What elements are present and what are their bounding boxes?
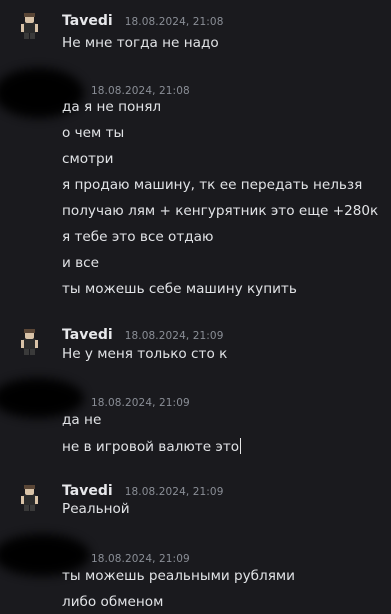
avatar[interactable] (18, 484, 40, 512)
message-header: 18.08.2024, 21:09 (84, 547, 190, 566)
message-text: Реальной (62, 501, 130, 517)
message-group: Tavedi 18.08.2024, 21:09 Не у меня тольк… (0, 318, 391, 376)
timestamp: 18.08.2024, 21:08 (91, 85, 190, 97)
message-text: Не мне тогда не надо (62, 35, 219, 51)
timestamp: 18.08.2024, 21:09 (124, 486, 224, 498)
message-text: ты можешь реальными рублями (62, 568, 295, 584)
author-name[interactable]: Tavedi (62, 327, 113, 343)
author-name[interactable]: Tavedi (62, 483, 113, 499)
message-group: 18.08.2024, 21:09 да не не в игровой вал… (0, 378, 391, 468)
message-text: Не у меня только сто к (62, 346, 228, 362)
message-text: либо обменом (62, 594, 164, 610)
timestamp: 18.08.2024, 21:09 (91, 553, 190, 565)
message-header: 18.08.2024, 21:08 (84, 79, 190, 98)
message-header: 18.08.2024, 21:09 (84, 391, 190, 410)
message-text: я тебе это все отдаю (62, 229, 214, 245)
message-group: 18.08.2024, 21:09 ты можешь реальными ру… (0, 534, 391, 614)
message-group: Tavedi 18.08.2024, 21:08 Не мне тогда не… (0, 0, 391, 66)
message-header: Tavedi 18.08.2024, 21:09 (62, 480, 224, 499)
message-text: да не (62, 412, 102, 428)
chat-message-list: Tavedi 18.08.2024, 21:08 Не мне тогда не… (0, 0, 391, 614)
author-name[interactable]: Tavedi (62, 13, 113, 29)
message-text: не в игровой валюте это (62, 438, 242, 455)
message-group: Tavedi 18.08.2024, 21:09 Реальной (0, 473, 391, 529)
message-text: да я не понял (62, 99, 162, 115)
message-group: 18.08.2024, 21:08 да я не понял о чем ты… (0, 66, 391, 312)
timestamp: 18.08.2024, 21:08 (124, 16, 224, 28)
message-text: смотри (62, 151, 114, 167)
message-text: получаю лям + кенгурятник это еще +280к (62, 203, 379, 219)
timestamp: 18.08.2024, 21:09 (91, 397, 190, 409)
message-text: о чем ты (62, 125, 125, 141)
message-text: и все (62, 255, 100, 271)
message-header: Tavedi 18.08.2024, 21:09 (62, 324, 224, 343)
message-text-content: не в игровой валюте это (62, 439, 240, 455)
message-text: ты можешь себе машину купить (62, 281, 297, 297)
avatar[interactable] (18, 328, 40, 356)
avatar[interactable] (18, 12, 40, 40)
text-cursor (240, 438, 242, 454)
message-text: я продаю машину, тк ее передать нельзя (62, 177, 363, 193)
message-header: Tavedi 18.08.2024, 21:08 (62, 10, 224, 29)
timestamp: 18.08.2024, 21:09 (124, 330, 224, 342)
